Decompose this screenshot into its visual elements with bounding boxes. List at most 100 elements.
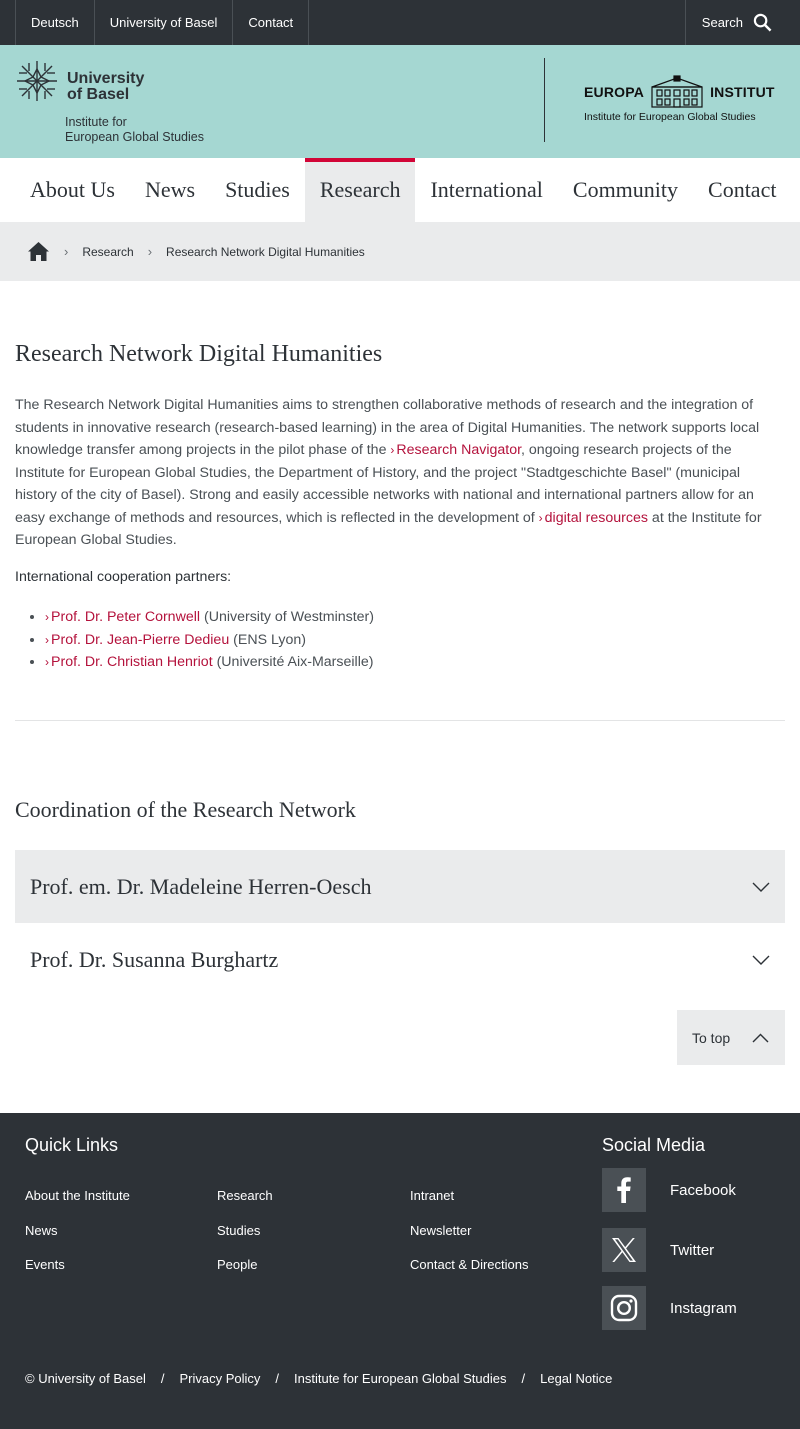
quick-links-heading: Quick Links (25, 1135, 119, 1155)
footer-link-intranet[interactable]: Intranet (410, 1179, 529, 1214)
link-arrow-icon: › (45, 655, 49, 669)
partner-affiliation: (ENS Lyon) (229, 631, 306, 648)
language-link-deutsch[interactable]: Deutsch (15, 0, 95, 45)
instagram-label: Instagram (670, 1299, 737, 1317)
list-item: ›Prof. Dr. Jean-Pierre Dedieu (ENS Lyon) (45, 629, 374, 652)
chevron-down-icon (752, 882, 770, 892)
section-divider (15, 720, 785, 721)
quick-links-column-2: Research Studies People (217, 1179, 273, 1283)
link-arrow-icon: › (45, 632, 49, 647)
footer-link-newsletter[interactable]: Newsletter (410, 1214, 529, 1249)
europa-logo-subtitle: Institute for European Global Studies (584, 111, 756, 123)
link-arrow-icon: › (538, 510, 543, 525)
nav-item-international[interactable]: International (415, 158, 557, 222)
list-item: ›Prof. Dr. Peter Cornwell (University of… (45, 606, 374, 629)
accordion-item-herren-oesch[interactable]: Prof. em. Dr. Madeleine Herren-Oesch (15, 850, 785, 923)
social-link-twitter[interactable]: Twitter (602, 1228, 714, 1272)
intro-paragraph: The Research Network Digital Humanities … (15, 394, 785, 552)
footer-link-about-institute[interactable]: About the Institute (25, 1179, 130, 1214)
partner-list: ›Prof. Dr. Peter Cornwell (University of… (45, 606, 374, 674)
partner-name: Prof. Dr. Peter Cornwell (51, 609, 201, 625)
legal-notice-link[interactable]: Legal Notice (540, 1371, 612, 1386)
accordion-label: Prof. Dr. Susanna Burghartz (30, 946, 279, 972)
university-name-line1: University (67, 70, 145, 87)
meta-navigation: Deutsch University of Basel Contact Sear… (0, 0, 800, 45)
footer-link-news[interactable]: News (25, 1214, 130, 1249)
legal-separator: / (160, 1371, 165, 1386)
accordion-item-burghartz[interactable]: Prof. Dr. Susanna Burghartz (15, 923, 785, 996)
legal-separator: / (521, 1371, 526, 1386)
instagram-icon (602, 1286, 646, 1330)
home-icon[interactable] (27, 241, 50, 262)
link-arrow-icon: › (45, 610, 49, 624)
breadcrumb-item-current: Research Network Digital Humanities (166, 244, 365, 259)
to-top-button[interactable]: To top (677, 1010, 785, 1065)
university-name: University of Basel (67, 71, 144, 103)
social-link-facebook[interactable]: Facebook (602, 1168, 736, 1212)
nav-item-news[interactable]: News (130, 158, 210, 222)
breadcrumb: › Research › Research Network Digital Hu… (0, 222, 800, 281)
site-footer: Quick Links About the Institute News Eve… (0, 1113, 800, 1429)
institute-link[interactable]: Institute for European Global Studies (294, 1371, 506, 1386)
legal-separator: / (275, 1371, 280, 1386)
footer-link-events[interactable]: Events (25, 1248, 130, 1283)
building-icon (651, 75, 703, 108)
university-link[interactable]: University of Basel (95, 0, 234, 45)
chevron-down-icon (752, 955, 770, 965)
nav-item-about-us[interactable]: About Us (15, 158, 130, 222)
social-media-heading: Social Media (602, 1135, 706, 1155)
footer-link-contact-directions[interactable]: Contact & Directions (410, 1248, 529, 1283)
site-header: University of Basel Institute for Europe… (0, 45, 800, 158)
europainstitut-logo[interactable]: EUROPA INSTITUT Institute for European G… (584, 75, 789, 123)
breadcrumb-item-research[interactable]: Research (82, 245, 133, 259)
institute-name-line2: European Global Studies (65, 130, 204, 144)
coordination-heading: Coordination of the Research Network (15, 797, 356, 822)
legal-links: © University of Basel / Privacy Policy /… (25, 1371, 612, 1386)
footer-link-studies[interactable]: Studies (217, 1214, 273, 1249)
link-arrow-icon: › (390, 443, 395, 457)
partner-link-henriot[interactable]: › Prof. Dr. Christian Henriot (45, 654, 213, 670)
header-divider (544, 58, 545, 142)
nav-item-studies[interactable]: Studies (210, 158, 305, 222)
footer-link-people[interactable]: People (217, 1248, 273, 1283)
facebook-label: Facebook (670, 1181, 736, 1199)
social-link-instagram[interactable]: Instagram (602, 1286, 737, 1330)
digital-resources-link[interactable]: › digital resources (539, 510, 648, 526)
europa-logo-left: EUROPA (584, 84, 645, 100)
breadcrumb-separator-icon: › (64, 244, 69, 259)
footer-link-research[interactable]: Research (217, 1179, 273, 1214)
breadcrumb-separator-icon: › (147, 244, 153, 259)
research-navigator-link[interactable]: › Research Navigator (390, 442, 521, 458)
partner-link-cornwell[interactable]: › Prof. Dr. Peter Cornwell (45, 609, 200, 625)
to-top-label: To top (692, 1029, 731, 1046)
quick-links-column-3: Intranet Newsletter Contact & Directions (410, 1179, 529, 1283)
research-navigator-link-label: Research Navigator (396, 442, 522, 458)
europa-logo-right: INSTITUT (710, 84, 775, 100)
institute-name: Institute for European Global Studies (65, 115, 204, 145)
privacy-policy-link[interactable]: Privacy Policy (179, 1371, 260, 1386)
partner-name: Prof. Dr. Christian Henriot (51, 654, 213, 670)
contact-link[interactable]: Contact (233, 0, 310, 45)
university-emblem-icon (17, 61, 57, 101)
copyright-link[interactable]: © University of Basel (25, 1371, 146, 1386)
search-button[interactable]: Search (684, 0, 800, 45)
university-name-line2: of Basel (67, 86, 130, 103)
facebook-icon (602, 1168, 646, 1212)
search-icon (753, 13, 772, 32)
nav-item-research[interactable]: Research (304, 158, 416, 222)
partner-link-dedieu[interactable]: › Prof. Dr. Jean-Pierre Dedieu (45, 632, 229, 648)
nav-item-community[interactable]: Community (558, 158, 693, 222)
partner-name: Prof. Dr. Jean-Pierre Dedieu (51, 631, 230, 648)
partner-affiliation: (University of Westminster) (200, 609, 374, 625)
university-logo[interactable]: University of Basel (15, 59, 144, 103)
nav-item-contact[interactable]: Contact (693, 158, 791, 222)
quick-links-column-1: About the Institute News Events (25, 1179, 130, 1283)
institute-name-line1: Institute for (65, 115, 127, 129)
x-twitter-icon (602, 1228, 646, 1272)
cooperation-label: International cooperation partners: (15, 569, 232, 585)
list-item: ›Prof. Dr. Christian Henriot (Université… (45, 651, 374, 674)
partner-affiliation: (Université Aix-Marseille) (212, 654, 374, 670)
main-navigation: About Us News Studies Research Internati… (0, 158, 800, 222)
page-title: Research Network Digital Humanities (15, 341, 383, 367)
chevron-up-icon (752, 1033, 769, 1042)
